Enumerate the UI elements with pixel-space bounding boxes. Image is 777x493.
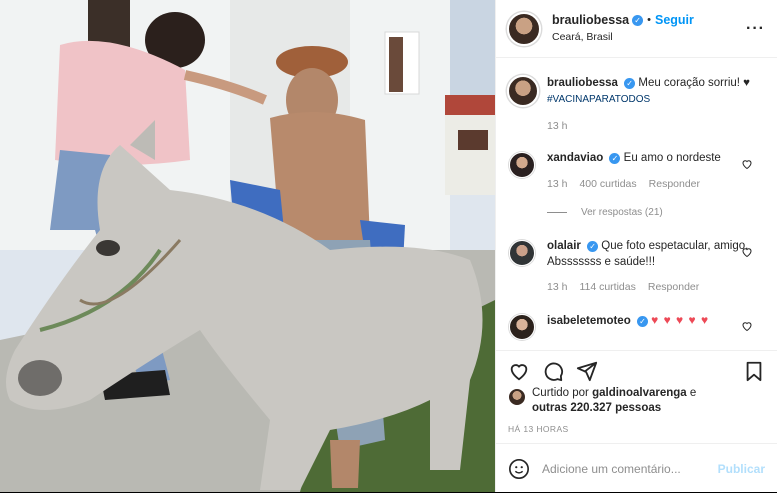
reply-button[interactable]: Responder	[649, 176, 700, 192]
comment-text: ♥ ♥ ♥ ♥ ♥	[651, 313, 710, 327]
comment-text: Eu amo o nordeste	[623, 152, 721, 164]
verified-badge-icon: ✓	[624, 78, 636, 89]
author-line: brauliobessa ✓ • Seguir	[552, 13, 746, 28]
caption-username[interactable]: brauliobessa	[547, 77, 618, 89]
comment-composer: Publicar	[496, 443, 777, 493]
comment-likes[interactable]: 114 curtidas	[579, 279, 635, 295]
verified-badge-icon: ✓	[609, 153, 621, 164]
comment-likes[interactable]: 400 curtidas	[579, 176, 636, 192]
comment-username[interactable]: olalair	[547, 240, 581, 252]
reply-button[interactable]: Responder	[648, 279, 699, 295]
caption-hashtag[interactable]: #VACINAPARATODOS	[547, 94, 650, 105]
comment-time[interactable]: 13 h	[547, 279, 567, 295]
like-comment-heart-icon[interactable]	[741, 158, 753, 170]
liked-by-text: Curtido por galdinoalvarenga e outras 22…	[532, 386, 696, 416]
post-actions	[496, 350, 777, 391]
comment-input[interactable]	[540, 460, 718, 477]
publish-button[interactable]: Publicar	[718, 462, 765, 476]
liked-by-username[interactable]: galdinoalvarenga	[592, 387, 687, 399]
caption-meta: 13 h	[547, 118, 763, 134]
liked-by-prefix: Curtido por	[532, 387, 589, 399]
comment-username[interactable]: isabeletemoteo	[547, 315, 631, 327]
comment-item: isabeletemoteo ✓ ♥ ♥ ♥ ♥ ♥	[507, 312, 763, 340]
view-replies-label: Ver respostas (21)	[581, 207, 663, 218]
photo-illustration	[0, 0, 495, 492]
post-location[interactable]: Ceará, Brasil	[552, 31, 746, 44]
more-options-icon[interactable]: ···	[746, 20, 765, 38]
save-bookmark-icon[interactable]	[743, 360, 765, 382]
comment-body: olalair ✓ Que foto espetacular, amigo. A…	[547, 238, 763, 295]
post-timestamp[interactable]: HÁ 13 HORAS	[508, 424, 569, 434]
comment-body: isabeletemoteo ✓ ♥ ♥ ♥ ♥ ♥	[547, 312, 763, 329]
commenter-avatar[interactable]	[509, 240, 535, 266]
like-heart-icon[interactable]	[508, 360, 530, 382]
caption-text: Meu coração sorriu! ♥	[638, 77, 751, 89]
caption-avatar[interactable]	[507, 75, 539, 107]
comment-username[interactable]: xandaviao	[547, 152, 603, 164]
view-replies-line	[547, 212, 567, 213]
share-paper-plane-icon[interactable]	[576, 360, 598, 382]
comment-item: xandaviao ✓ Eu amo o nordeste 13 h 400 c…	[507, 150, 763, 192]
author-info: brauliobessa ✓ • Seguir Ceará, Brasil	[552, 13, 746, 44]
separator-dot: •	[647, 14, 651, 27]
comment-bubble-icon[interactable]	[542, 360, 564, 382]
liker-avatar[interactable]	[508, 388, 526, 406]
author-avatar[interactable]	[507, 11, 541, 46]
like-comment-heart-icon[interactable]	[741, 320, 753, 332]
commenter-avatar[interactable]	[509, 314, 535, 340]
author-username[interactable]: brauliobessa	[552, 13, 629, 28]
caption-body: brauliobessa ✓ Meu coração sorriu! ♥ #VA…	[547, 75, 763, 134]
liked-by-others[interactable]: outras 220.327 pessoas	[532, 402, 661, 414]
comment-meta: 13 h 400 curtidas Responder	[547, 176, 763, 192]
comment-item: olalair ✓ Que foto espetacular, amigo. A…	[507, 238, 763, 295]
liked-by-conjunction: e	[689, 387, 697, 399]
view-replies[interactable]: Ver respostas (21)	[547, 207, 663, 218]
comment-body: xandaviao ✓ Eu amo o nordeste 13 h 400 c…	[547, 150, 763, 192]
post-caption: brauliobessa ✓ Meu coração sorriu! ♥ #VA…	[507, 75, 763, 134]
post-header: brauliobessa ✓ • Seguir Ceará, Brasil ··…	[496, 0, 777, 58]
liked-by: Curtido por galdinoalvarenga e outras 22…	[508, 386, 765, 416]
post-side-panel: brauliobessa ✓ • Seguir Ceará, Brasil ··…	[495, 0, 777, 492]
comment-time[interactable]: 13 h	[547, 176, 567, 192]
caption-time[interactable]: 13 h	[547, 118, 567, 134]
commenter-avatar[interactable]	[509, 152, 535, 178]
comments-list[interactable]: brauliobessa ✓ Meu coração sorriu! ♥ #VA…	[496, 58, 777, 350]
verified-badge-icon: ✓	[636, 316, 648, 327]
post-photo[interactable]	[0, 0, 495, 492]
instagram-post: brauliobessa ✓ • Seguir Ceará, Brasil ··…	[0, 0, 777, 492]
emoji-icon[interactable]	[508, 458, 530, 480]
verified-badge-icon: ✓	[587, 241, 599, 252]
verified-badge-icon: ✓	[632, 15, 644, 27]
follow-button[interactable]: Seguir	[655, 13, 694, 28]
comment-meta: 13 h 114 curtidas Responder	[547, 279, 763, 295]
like-comment-heart-icon[interactable]	[741, 246, 753, 258]
